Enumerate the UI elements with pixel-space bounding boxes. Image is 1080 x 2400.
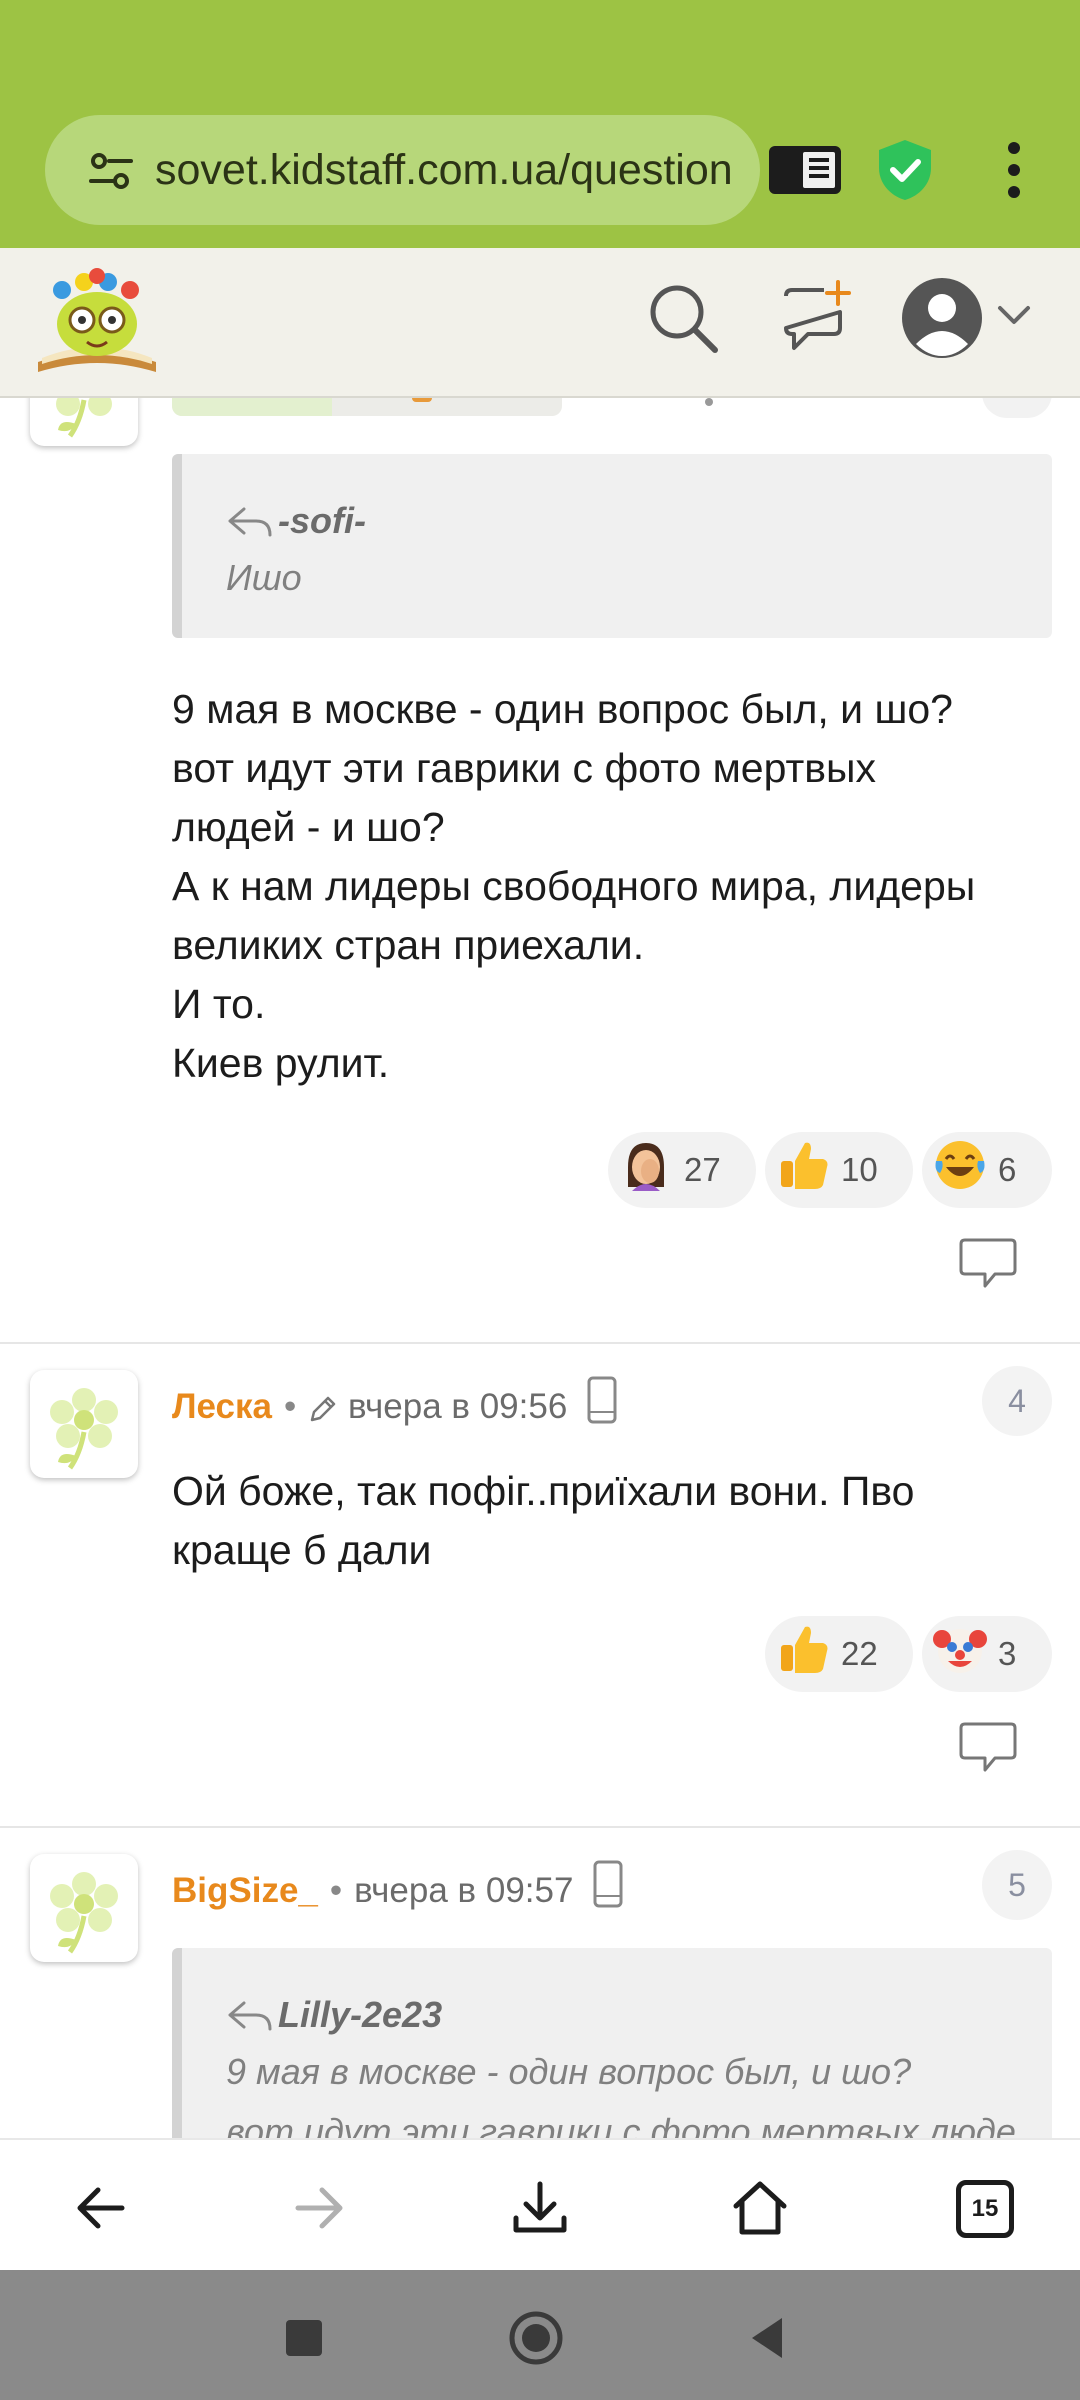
quote-text: 9 мая в москве - один вопрос был, и шо?	[226, 2051, 912, 2092]
username[interactable]: Леска	[172, 1387, 272, 1426]
back-arrow-icon[interactable]	[70, 2178, 130, 2238]
reader-mode-icon[interactable]	[765, 140, 845, 200]
quote-text: Ишо	[226, 557, 302, 598]
site-logo[interactable]	[32, 262, 162, 380]
new-message-icon[interactable]	[780, 278, 852, 354]
reaction-thumbs-up[interactable]: 10	[765, 1132, 913, 1208]
comment-body: Ой боже, так пофіг..приїхали вони. Пво к…	[172, 1462, 1052, 1580]
comment-meta: Леска • вчера в 09:56	[172, 1376, 619, 1436]
comment-divider	[0, 1826, 1080, 1828]
site-header	[0, 248, 1080, 398]
quote-block: Lilly-2e23 9 мая в москве - один вопрос …	[172, 1948, 1052, 2138]
avatar[interactable]	[30, 1854, 138, 1962]
recent-apps-icon[interactable]	[276, 2310, 332, 2366]
home-circle-icon[interactable]	[508, 2310, 564, 2366]
mobile-device-icon	[587, 1376, 617, 1424]
quote-author[interactable]: -sofi-	[226, 494, 1052, 548]
quote-author[interactable]: Lilly-2e23	[226, 1988, 1052, 2042]
comment-meta: BigSize_ • вчера в 09:57	[172, 1860, 625, 1920]
comment-line: И то.	[172, 981, 266, 1027]
rating-bar	[172, 398, 562, 416]
comment-time: вчера в 09:57	[354, 1871, 574, 1910]
edit-pencil-icon	[311, 1396, 336, 1422]
flower-avatar-icon	[50, 1388, 118, 1470]
address-bar[interactable]: sovet.kidstaff.com.ua/question	[45, 115, 760, 225]
comment-number-badge[interactable]: 4	[982, 1366, 1052, 1436]
reaction-count: 3	[998, 1635, 1017, 1672]
comments-feed: -sofi- Ишо 9 мая в москве - один вопрос …	[0, 398, 1080, 2138]
comment-line: краще б дали	[172, 1527, 432, 1573]
quote-author-name: Lilly-2e23	[278, 1994, 443, 2035]
avatar[interactable]	[30, 1370, 138, 1478]
thumbs-up-emoji-icon	[775, 1621, 831, 1677]
comment-time: вчера в 09:56	[348, 1387, 568, 1426]
comment-body: 9 мая в москве - один вопрос был, и шо? …	[172, 680, 1052, 1093]
comment-number-badge[interactable]: 5	[982, 1850, 1052, 1920]
comment-line: А к нам лидеры свободного мира, лидеры	[172, 863, 976, 909]
laughing-tears-emoji-icon	[932, 1137, 988, 1193]
quote-block: -sofi- Ишо	[172, 454, 1052, 638]
comment-line: вот идут эти гаврики с фото мертвых	[172, 745, 877, 791]
quote-author-name: -sofi-	[278, 500, 366, 541]
chevron-down-icon[interactable]	[996, 302, 1032, 330]
home-icon[interactable]	[730, 2178, 790, 2238]
comment-number-badge	[982, 398, 1052, 418]
reply-arrow-icon	[228, 2001, 272, 2031]
reaction-count: 22	[841, 1635, 878, 1672]
reaction-clown[interactable]: 3	[922, 1616, 1052, 1692]
reaction-count: 10	[841, 1151, 878, 1188]
flower-avatar-icon	[56, 398, 112, 438]
username[interactable]: BigSize_	[172, 1871, 318, 1910]
browser-bottom-toolbar: 15	[0, 2138, 1080, 2272]
separator-dot: •	[284, 1387, 297, 1426]
separator-dot: •	[329, 1871, 343, 1910]
reaction-facepalm[interactable]: 27	[608, 1132, 756, 1208]
comment-line: Ой боже, так пофіг..приїхали вони. Пво	[172, 1468, 915, 1514]
browser-toolbar: sovet.kidstaff.com.ua/question	[0, 0, 1080, 248]
mobile-device-icon	[593, 1860, 623, 1908]
more-menu-icon[interactable]	[1000, 140, 1028, 200]
avatar[interactable]	[30, 398, 138, 446]
clown-emoji-icon	[932, 1621, 988, 1677]
reply-comment-icon[interactable]	[957, 1720, 1019, 1776]
url-text[interactable]: sovet.kidstaff.com.ua/question	[155, 115, 745, 225]
reply-comment-icon[interactable]	[957, 1236, 1019, 1292]
comment-line: великих стран приехали.	[172, 922, 645, 968]
reaction-count: 6	[998, 1151, 1017, 1188]
download-icon[interactable]	[510, 2178, 570, 2238]
separator-dot	[705, 398, 713, 406]
site-settings-icon[interactable]	[87, 147, 135, 195]
comment-line: людей - и шо?	[172, 804, 445, 850]
flower-avatar-icon	[50, 1872, 118, 1954]
quote-text: вот идут эти гаврики с фото мертвых люде…	[226, 2111, 1046, 2138]
back-triangle-icon[interactable]	[740, 2310, 796, 2366]
tabs-count-button[interactable]: 15	[956, 2180, 1014, 2238]
thumbs-up-emoji-icon	[775, 1137, 831, 1193]
comment-line: 9 мая в москве - один вопрос был, и шо?	[172, 686, 953, 732]
reply-arrow-icon	[228, 507, 272, 537]
comment-divider	[0, 1342, 1080, 1344]
reaction-thumbs-up[interactable]: 22	[765, 1616, 913, 1692]
facepalm-emoji-icon	[618, 1137, 674, 1193]
search-icon[interactable]	[645, 280, 721, 356]
user-avatar-icon[interactable]	[900, 276, 984, 360]
forward-arrow-icon[interactable]	[290, 2178, 350, 2238]
system-navigation-bar	[0, 2270, 1080, 2400]
comment-line: Киев рулит.	[172, 1040, 390, 1086]
reaction-laughing[interactable]: 6	[922, 1132, 1052, 1208]
reaction-count: 27	[684, 1151, 721, 1188]
shield-check-icon[interactable]	[875, 138, 935, 202]
